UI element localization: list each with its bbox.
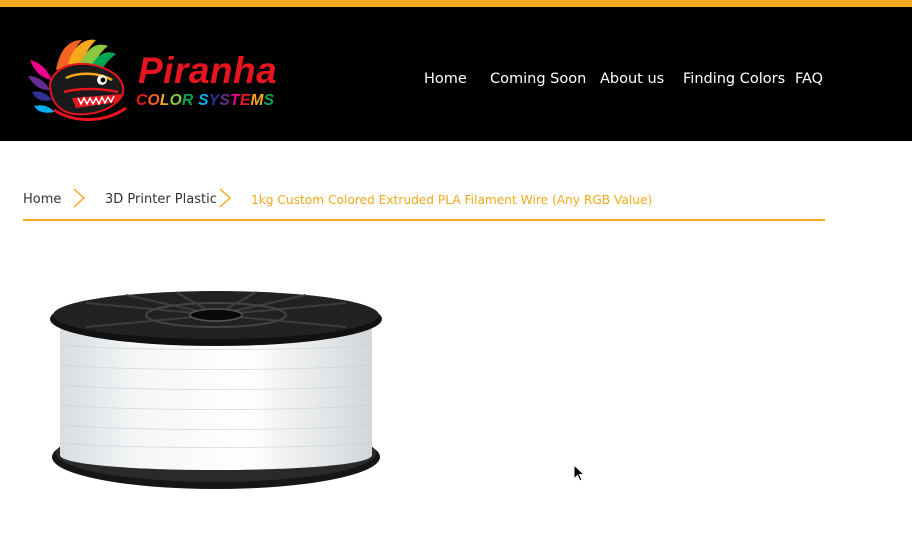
nav-about-us-link[interactable]: About us xyxy=(600,64,664,94)
breadcrumb-divider xyxy=(23,219,825,221)
breadcrumb-category-link[interactable]: 3D Printer Plastic xyxy=(105,191,217,209)
site-header: Piranha COLOR SYSTEMS Home Coming Soon A… xyxy=(0,7,912,141)
nav-finding-colors-link[interactable]: Finding Colors xyxy=(683,64,785,94)
nav-faq-link[interactable]: FAQ xyxy=(795,64,823,94)
chevron-right-icon xyxy=(219,188,232,208)
chevron-right-icon xyxy=(73,188,86,208)
nav-coming-soon-link[interactable]: Coming Soon xyxy=(490,64,586,94)
breadcrumb-home-link[interactable]: Home xyxy=(23,191,61,209)
main-nav: Home Coming Soon About us Finding Colors… xyxy=(0,64,912,94)
top-accent-stripe xyxy=(0,0,912,7)
nav-home-link[interactable]: Home xyxy=(424,64,467,94)
product-image[interactable] xyxy=(46,285,386,495)
breadcrumb: Home 3D Printer Plastic 1kg Custom Color… xyxy=(23,186,825,220)
filament-spool-icon xyxy=(50,291,382,489)
breadcrumb-current-page: 1kg Custom Colored Extruded PLA Filament… xyxy=(251,193,653,207)
logo-tagline: COLOR SYSTEMS xyxy=(136,92,275,109)
mouse-pointer-icon xyxy=(573,464,586,482)
